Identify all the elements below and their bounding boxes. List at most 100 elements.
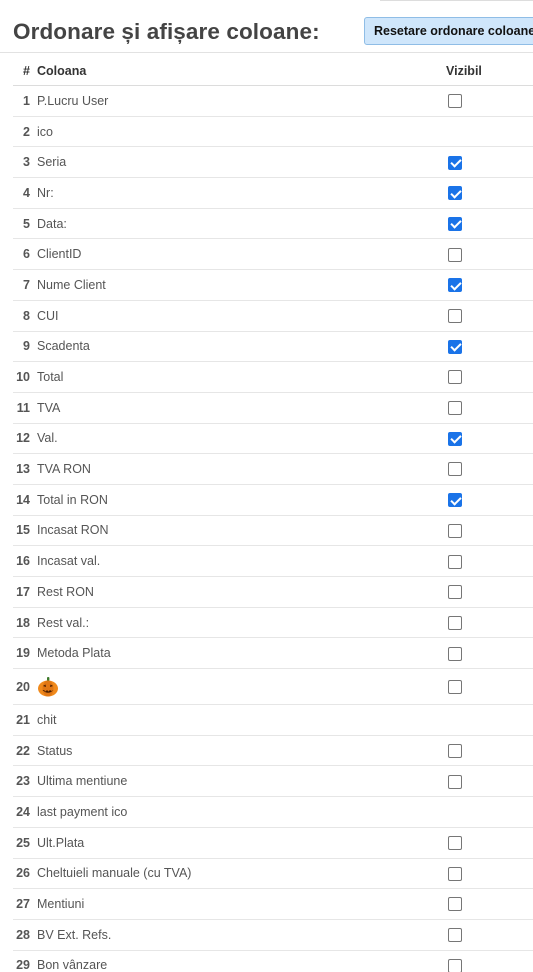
visibility-checkbox[interactable] — [448, 401, 462, 416]
row-number: 27 — [13, 888, 37, 920]
table-row[interactable]: 1 P.Lucru User — [13, 85, 533, 117]
visibility-checkbox[interactable] — [448, 774, 462, 789]
table-row[interactable]: 22 Status — [13, 735, 533, 767]
column-name-label: TVA RON — [37, 462, 91, 477]
table-row[interactable]: 14 Total in RON — [13, 484, 533, 516]
table-row[interactable]: 20 — [13, 668, 533, 706]
visibility-checkbox[interactable] — [448, 866, 462, 881]
visibility-checkbox[interactable] — [448, 94, 462, 109]
visibility-cell — [446, 827, 533, 859]
visibility-cell — [446, 858, 533, 890]
visibility-cell — [446, 116, 533, 148]
table-row[interactable]: 4 Nr: — [13, 177, 533, 209]
visibility-checkbox[interactable] — [448, 431, 462, 446]
column-name-label: BV Ext. Refs. — [37, 927, 112, 942]
table-row[interactable]: 23 Ultima mentiune — [13, 765, 533, 798]
table-row[interactable]: 15 Incasat RON — [13, 515, 533, 547]
visibility-cell — [446, 423, 533, 455]
table-row[interactable]: 16 Incasat val. — [13, 545, 533, 577]
header-number: # — [13, 56, 37, 86]
row-number: 24 — [13, 796, 37, 828]
row-number: 20 — [13, 668, 37, 706]
column-name-cell: TVA RON — [37, 453, 446, 485]
visibility-checkbox[interactable] — [448, 247, 462, 262]
visibility-cell — [446, 704, 533, 736]
visibility-checkbox[interactable] — [448, 186, 462, 201]
visibility-cell — [446, 85, 533, 117]
column-name-label: Rest RON — [37, 584, 94, 599]
visibility-checkbox[interactable] — [448, 493, 462, 508]
row-number: 15 — [13, 515, 37, 547]
table-row[interactable]: 12 Val. — [13, 423, 533, 455]
table-row[interactable]: 29 Bon vânzare — [13, 950, 533, 972]
row-number: 22 — [13, 735, 37, 767]
column-name-cell: Total — [37, 361, 446, 393]
visibility-checkbox[interactable] — [448, 958, 462, 972]
column-name-label: Ultima mentiune — [37, 774, 128, 789]
column-name-cell: Ultima mentiune — [37, 765, 446, 798]
visibility-checkbox[interactable] — [448, 309, 462, 323]
visibility-checkbox[interactable] — [448, 462, 462, 477]
column-name-label: TVA — [37, 400, 61, 415]
visibility-checkbox[interactable] — [448, 743, 462, 758]
column-name-label: Mentiuni — [37, 897, 85, 912]
row-number: 10 — [13, 361, 37, 393]
column-name-cell: Rest RON — [37, 576, 446, 608]
visibility-checkbox[interactable] — [448, 928, 462, 943]
table-row[interactable]: 19 Metoda Plata — [13, 637, 533, 670]
visibility-checkbox[interactable] — [448, 523, 462, 538]
column-name-label: Val. — [37, 431, 58, 446]
table-row[interactable]: 11 TVA — [13, 392, 533, 424]
row-number: 25 — [13, 827, 37, 859]
column-name-cell: CUI — [37, 300, 446, 332]
panel-header: Ordonare și afișare coloane: Resetare or… — [0, 0, 533, 53]
row-number: 19 — [13, 637, 37, 670]
visibility-cell — [446, 484, 533, 516]
table-row[interactable]: 6 ClientID — [13, 238, 533, 271]
column-name-cell: Metoda Plata — [37, 637, 446, 670]
column-name-cell: ico — [37, 116, 446, 148]
column-name-label: Scadenta — [37, 339, 90, 354]
table-row[interactable]: 8 CUI — [13, 300, 533, 332]
visibility-checkbox[interactable] — [448, 155, 462, 170]
visibility-checkbox[interactable] — [448, 339, 462, 354]
visibility-cell — [446, 888, 533, 920]
table-row[interactable]: 9 Scadenta — [13, 331, 533, 363]
table-row[interactable]: 2 ico — [13, 116, 533, 148]
table-row[interactable]: 13 TVA RON — [13, 453, 533, 485]
table-row[interactable]: 25 Ult.Plata — [13, 827, 533, 859]
row-number: 5 — [13, 208, 37, 240]
table-row[interactable]: 3 Seria — [13, 146, 533, 179]
visibility-checkbox[interactable] — [448, 370, 462, 385]
visibility-checkbox[interactable] — [448, 554, 462, 569]
column-settings-panel: Ordonare și afișare coloane: Resetare or… — [0, 0, 533, 972]
table-row[interactable]: 17 Rest RON — [13, 576, 533, 608]
visibility-cell — [446, 146, 533, 179]
row-number: 2 — [13, 116, 37, 148]
visibility-checkbox[interactable] — [448, 216, 462, 231]
table-row[interactable]: 10 Total — [13, 361, 533, 393]
table-row[interactable]: 21 chit — [13, 704, 533, 736]
visibility-cell — [446, 919, 533, 951]
visibility-checkbox[interactable] — [448, 615, 462, 630]
row-number: 3 — [13, 146, 37, 179]
visibility-cell — [446, 765, 533, 798]
table-row[interactable]: 7 Nume Client — [13, 269, 533, 301]
visibility-checkbox[interactable] — [448, 897, 462, 912]
table-row[interactable]: 27 Mentiuni — [13, 888, 533, 920]
visibility-checkbox[interactable] — [448, 646, 462, 661]
visibility-checkbox[interactable] — [448, 278, 462, 293]
columns-table: # Coloana Vizibil 1 P.Lucru User 2 ico 3 Seri… — [13, 56, 533, 972]
column-name-cell: BV Ext. Refs. — [37, 919, 446, 951]
column-name-cell: P.Lucru User — [37, 85, 446, 117]
table-row[interactable]: 26 Cheltuieli manuale (cu TVA) — [13, 858, 533, 890]
visibility-checkbox[interactable] — [448, 836, 462, 850]
table-row[interactable]: 28 BV Ext. Refs. — [13, 919, 533, 951]
visibility-checkbox[interactable] — [448, 679, 462, 694]
table-row[interactable]: 5 Data: — [13, 208, 533, 240]
reset-column-order-button[interactable]: Resetare ordonare coloane — [364, 17, 533, 45]
table-row[interactable]: 18 Rest val.: — [13, 607, 533, 639]
visibility-checkbox[interactable] — [448, 585, 462, 600]
table-row[interactable]: 24 last payment ico — [13, 796, 533, 828]
row-number: 12 — [13, 423, 37, 455]
